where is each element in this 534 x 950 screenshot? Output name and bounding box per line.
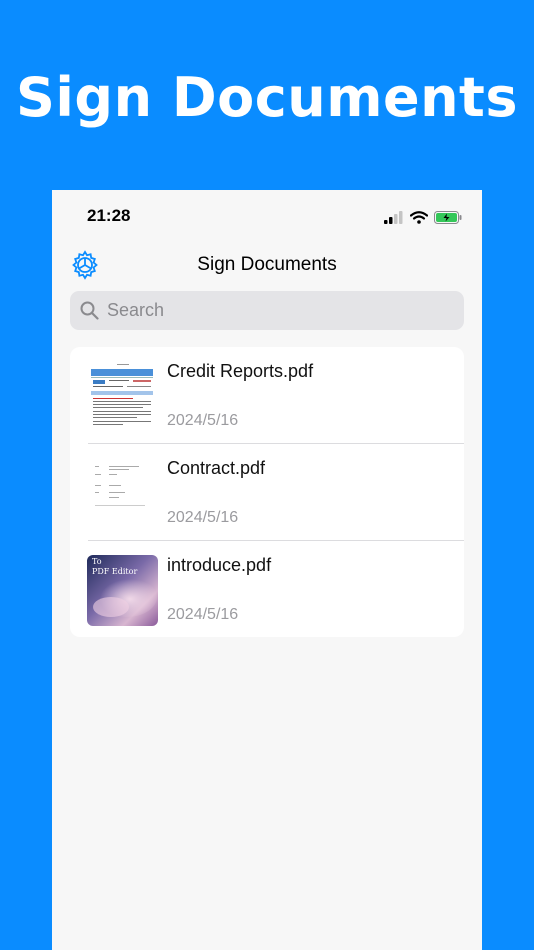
list-item[interactable]: Credit Reports.pdf 2024/5/16: [70, 347, 464, 444]
phone-screen: 21:28 Sign Documents Search Credit Repor…: [52, 190, 482, 950]
document-thumbnail: [87, 361, 158, 432]
file-date: 2024/5/16: [167, 606, 239, 623]
signal-icon: [384, 210, 403, 224]
document-thumbnail: [87, 458, 158, 529]
file-name: Credit Reports.pdf: [167, 361, 314, 381]
thumb-text-pdf-editor: PDF Editor: [92, 567, 137, 576]
file-name: introduce.pdf: [167, 555, 272, 575]
search-input[interactable]: [105, 299, 449, 322]
list-item[interactable]: Contract.pdf 2024/5/16: [70, 444, 464, 541]
banner-title: Sign Documents: [16, 66, 518, 129]
nav-title: Sign Documents: [197, 254, 337, 275]
document-thumbnail: To PDF Editor: [87, 555, 158, 626]
battery-icon: [434, 210, 462, 224]
thumb-text-to: To: [92, 557, 102, 566]
file-name: Contract.pdf: [167, 458, 266, 478]
wifi-icon: [410, 210, 428, 224]
list-item[interactable]: To PDF Editor introduce.pdf 2024/5/16: [70, 541, 464, 638]
status-icons: [384, 210, 462, 224]
file-date: 2024/5/16: [167, 509, 239, 526]
status-time: 21:28: [87, 206, 131, 225]
document-list: Credit Reports.pdf 2024/5/16 Contract.pd…: [70, 347, 464, 637]
file-date: 2024/5/16: [167, 412, 239, 429]
search-bar[interactable]: [70, 291, 464, 330]
search-icon: [80, 301, 99, 320]
